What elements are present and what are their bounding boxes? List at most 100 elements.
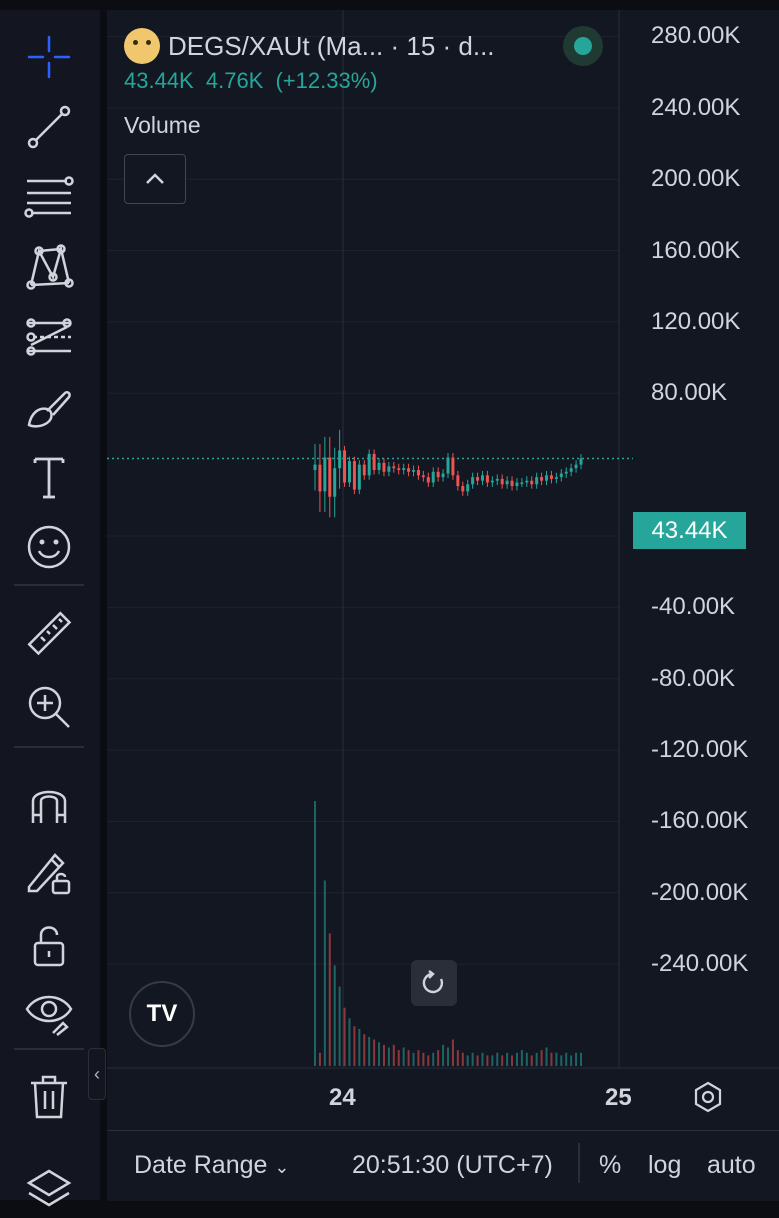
candle-body — [495, 478, 499, 481]
current-price-tag: 43.44K — [633, 512, 746, 549]
volume-bar — [402, 1047, 405, 1066]
volume-bar — [328, 933, 331, 1066]
price-label: 240.00K — [651, 93, 741, 121]
volume-bar — [506, 1052, 509, 1066]
volume-bar — [491, 1055, 494, 1066]
candle-body — [431, 471, 435, 483]
volume-bar — [343, 1007, 346, 1066]
volume-bar — [555, 1052, 558, 1066]
price-change: 4.76K — [205, 68, 264, 93]
crosshair-icon[interactable] — [20, 28, 78, 86]
candle-body — [530, 480, 534, 485]
volume-bar — [378, 1042, 381, 1066]
lock-drawing-icon[interactable] — [20, 842, 78, 900]
candle-body — [505, 480, 509, 485]
volume-bar — [545, 1047, 548, 1066]
market-status-icon[interactable] — [563, 26, 603, 66]
log-toggle[interactable]: log — [648, 1151, 681, 1180]
collapse-toolbar-button[interactable]: ‹ — [88, 1048, 106, 1100]
volume-bar — [565, 1052, 568, 1066]
volume-bar — [363, 1034, 366, 1066]
candle-body — [397, 468, 401, 470]
prediction-icon[interactable] — [20, 308, 78, 366]
pattern-icon[interactable] — [20, 238, 78, 296]
candle-body — [328, 457, 332, 497]
eye-icon[interactable] — [20, 982, 78, 1040]
candle-body — [402, 468, 406, 470]
volume-bar — [570, 1055, 573, 1066]
date-range-label: Date Range — [134, 1151, 268, 1179]
candle-body — [441, 473, 445, 478]
candle-body — [446, 457, 450, 474]
volume-bar — [580, 1052, 582, 1066]
volume-bar — [427, 1055, 430, 1066]
brush-icon[interactable] — [20, 378, 78, 436]
settings-hexagon-icon[interactable] — [691, 1080, 725, 1114]
trend-line-icon[interactable] — [20, 98, 78, 156]
volume-bar — [456, 1050, 459, 1066]
candle-body — [313, 464, 317, 470]
candle-body — [515, 482, 519, 487]
toolbar-divider — [14, 1048, 84, 1050]
time-label: 25 — [605, 1084, 632, 1111]
reset-chart-button[interactable] — [411, 960, 457, 1006]
ruler-icon[interactable] — [20, 604, 78, 662]
volume-bar — [368, 1036, 371, 1066]
chevron-up-icon — [146, 173, 164, 184]
trash-icon[interactable] — [20, 1068, 78, 1126]
time-zone-clock[interactable]: 20:51:30 (UTC+7) — [352, 1151, 553, 1180]
price-label: 160.00K — [651, 236, 741, 264]
price-label: -120.00K — [651, 736, 749, 764]
chart-pane[interactable]: DEGS/XAUt (Ma... · 15 · d... 43.44K 4.76… — [107, 10, 779, 1201]
bottom-toolbar: Date Range ⌄ 20:51:30 (UTC+7) % log auto — [107, 1130, 779, 1201]
volume-bar — [432, 1052, 435, 1066]
candle-body — [338, 450, 342, 469]
candle-body — [352, 461, 356, 490]
candle-body — [535, 477, 539, 485]
candle-body — [471, 477, 475, 485]
volume-bar — [486, 1055, 489, 1066]
candle-body — [426, 477, 430, 483]
volume-bar — [407, 1050, 410, 1066]
price-label: 200.00K — [651, 165, 741, 193]
volume-bar — [314, 801, 316, 1066]
volume-bar — [417, 1050, 420, 1066]
toolbar-divider — [14, 746, 84, 748]
magnet-icon[interactable] — [20, 774, 78, 832]
candle-body — [466, 484, 470, 492]
volume-bar — [520, 1050, 523, 1066]
volume-bar — [323, 880, 326, 1066]
date-range-button[interactable]: Date Range ⌄ — [134, 1151, 289, 1180]
volume-bar — [466, 1055, 469, 1066]
zoom-in-icon[interactable] — [20, 678, 78, 736]
tradingview-logo[interactable]: TV — [129, 981, 195, 1047]
candle-body — [559, 473, 563, 478]
volume-indicator-label[interactable]: Volume — [124, 112, 201, 139]
emoji-icon[interactable] — [20, 518, 78, 576]
candle-body — [510, 480, 514, 487]
volume-bar — [348, 1018, 351, 1066]
auto-toggle[interactable]: auto — [707, 1151, 756, 1180]
text-icon[interactable] — [20, 448, 78, 506]
percent-toggle[interactable]: % — [599, 1151, 621, 1180]
symbol-title[interactable]: DEGS/XAUt (Ma... · 15 · d... — [168, 31, 495, 62]
candle-body — [564, 471, 568, 474]
volume-bar — [318, 1052, 321, 1066]
volume-bar — [422, 1052, 425, 1066]
volume-bar — [525, 1052, 528, 1066]
layers-icon[interactable] — [20, 1160, 78, 1218]
last-price: 43.44K — [124, 68, 194, 93]
drawing-toolbar — [0, 10, 100, 1207]
fib-retracement-icon[interactable] — [20, 168, 78, 226]
volume-bar — [501, 1055, 504, 1066]
candle-body — [476, 477, 480, 481]
collapse-legend-button[interactable] — [124, 154, 186, 204]
coin-logo-icon — [124, 28, 160, 64]
price-label: -160.00K — [651, 807, 749, 835]
candle-body — [436, 471, 440, 478]
toolbar-divider — [14, 584, 84, 586]
price-label: -80.00K — [651, 664, 736, 692]
lock-icon[interactable] — [20, 916, 78, 974]
candle-body — [362, 464, 366, 476]
candle-body — [579, 458, 583, 465]
